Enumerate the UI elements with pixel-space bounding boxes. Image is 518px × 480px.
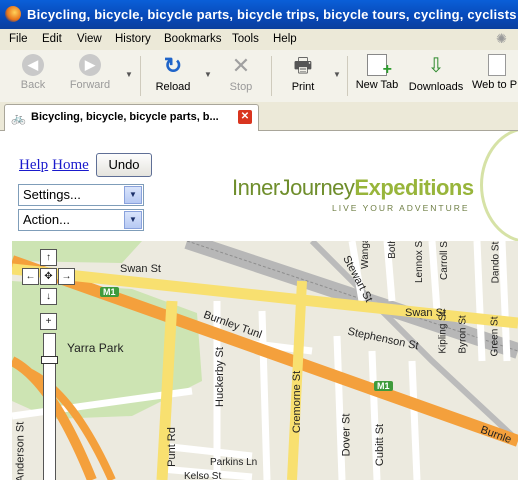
map-label-lennox-st: Lennox St — [414, 241, 426, 284]
pan-left-button[interactable]: ← — [22, 268, 39, 285]
map-label-dando-st: Dando St — [490, 241, 502, 284]
reload-dropdown-icon[interactable]: ▼ — [204, 70, 212, 79]
back-button[interactable]: ◀ Back — [14, 54, 52, 91]
chevron-down-icon: ▼ — [124, 186, 142, 204]
pan-center-button[interactable]: ✥ — [40, 268, 57, 285]
park-area — [12, 241, 142, 263]
map-label-cubitt-st: Cubitt St — [374, 423, 387, 467]
firefox-icon — [5, 6, 21, 22]
back-arrow-icon: ◀ — [22, 54, 44, 76]
map-label-huckerby-st: Huckerby St — [213, 347, 226, 407]
toolbar-separator — [140, 56, 141, 96]
logo-tagline: LIVE YOUR ADVENTURE — [332, 203, 470, 213]
web-to-pdf-icon — [488, 54, 506, 76]
toolbar-separator — [271, 56, 272, 96]
logo-swirl-graphic — [480, 131, 518, 243]
tab-bar: 🚲 Bicycling, bicycle, bicycle parts, b..… — [0, 102, 518, 131]
stop-label: Stop — [229, 81, 253, 93]
bicycle-favicon-icon: 🚲 — [11, 111, 26, 125]
help-link[interactable]: Help — [19, 157, 48, 173]
map-label-anderson-st: Anderson St — [14, 421, 27, 480]
menu-edit[interactable]: Edit — [42, 33, 62, 45]
forward-arrow-icon: ▶ — [79, 54, 101, 76]
printer-icon: 🖶 — [293, 55, 313, 77]
undo-button[interactable]: Undo — [96, 153, 152, 177]
zoom-in-button[interactable]: + — [40, 313, 57, 330]
menu-bar: File Edit View History Bookmarks Tools H… — [0, 29, 518, 50]
print-label: Print — [291, 81, 315, 93]
map-view[interactable]: Swan St Swan St Burnley Tunl Burnle Yarr… — [12, 241, 518, 480]
menu-help[interactable]: Help — [273, 33, 297, 45]
map-label-cremorne-st: Cremorne St — [291, 370, 304, 434]
forward-dropdown-icon[interactable]: ▼ — [125, 70, 133, 79]
web-to-pdf-button[interactable]: Web to P — [472, 54, 518, 91]
tab-label: Bicycling, bicycle, bicycle parts, b... — [31, 111, 219, 123]
window-title: Bicycling, bicycle, bicycle parts, bicyc… — [27, 7, 518, 22]
toolbar-separator — [347, 56, 348, 96]
chevron-down-icon: ▼ — [124, 211, 142, 229]
stop-button[interactable]: ✕ Stop — [224, 53, 258, 94]
downloads-icon: ⇩ — [427, 55, 445, 77]
map-label-wangar: Wangar — [359, 241, 371, 269]
home-link[interactable]: Home — [52, 157, 89, 173]
m1-shield-2: M1 — [374, 381, 393, 391]
menu-file[interactable]: File — [9, 33, 28, 45]
logo-text-inner-journey: InnerJourney — [232, 175, 355, 200]
map-label-kelso-st: Kelso St — [184, 471, 222, 480]
map-label-kipling-st: Kipling St — [437, 311, 449, 354]
pan-right-button[interactable]: → — [58, 268, 75, 285]
map-label-byron-st: Byron St — [457, 315, 469, 354]
map-label-dover-st: Dover St — [340, 413, 353, 457]
new-tab-button[interactable]: + New Tab — [354, 54, 400, 91]
pan-up-button[interactable]: ↑ — [40, 249, 57, 266]
tab-close-icon[interactable]: ✕ — [238, 110, 252, 124]
map-label-both: Both — [386, 241, 398, 259]
map-label-swan-st: Swan St — [120, 263, 161, 275]
menu-history[interactable]: History — [115, 33, 151, 45]
print-dropdown-icon[interactable]: ▼ — [333, 70, 341, 79]
reload-label: Reload — [155, 81, 191, 93]
zoom-slider[interactable] — [41, 333, 58, 480]
window-titlebar: Bicycling, bicycle, bicycle parts, bicyc… — [0, 0, 518, 29]
map-label-punt-rd: Punt Rd — [165, 427, 178, 467]
map-label-green-st: Green St — [489, 316, 501, 357]
new-tab-icon: + — [367, 54, 392, 78]
action-select[interactable]: Action... ▼ — [18, 209, 144, 231]
menu-view[interactable]: View — [77, 33, 102, 45]
new-tab-label: New Tab — [355, 79, 399, 91]
downloads-label: Downloads — [408, 81, 464, 93]
settings-select[interactable]: Settings... ▼ — [18, 184, 144, 206]
map-label-carroll-st: Carroll S — [438, 241, 450, 280]
reload-button[interactable]: ↻ Reload — [152, 53, 194, 94]
site-logo: InnerJourneyExpeditions LIVE YOUR ADVENT… — [232, 175, 474, 213]
throbber-icon: ✺ — [496, 31, 507, 46]
map-label-parkins-ln: Parkins Ln — [210, 457, 258, 468]
map-label-yarra-park: Yarra Park — [67, 341, 124, 355]
action-select-value: Action... — [23, 212, 70, 227]
menu-tools[interactable]: Tools — [232, 33, 259, 45]
stop-icon: ✕ — [231, 53, 251, 78]
zoom-slider-handle[interactable] — [41, 356, 58, 364]
page-content: Help Home Undo Settings... ▼ Action... ▼ … — [0, 131, 518, 480]
tab-bicycling[interactable]: 🚲 Bicycling, bicycle, bicycle parts, b..… — [4, 104, 259, 131]
back-label: Back — [20, 79, 46, 91]
logo-text-expeditions: Expeditions — [354, 175, 474, 200]
downloads-button[interactable]: ⇩ Downloads — [408, 54, 464, 93]
navigation-toolbar: ◀ Back ▶ Forward ▼ ↻ Reload ▼ ✕ Stop 🖶 P… — [0, 50, 518, 103]
m1-shield: M1 — [100, 287, 119, 297]
settings-select-value: Settings... — [23, 187, 81, 202]
nav-links: Help Home — [19, 157, 93, 174]
forward-label: Forward — [69, 79, 111, 91]
pan-down-button[interactable]: ↓ — [40, 288, 57, 305]
web-to-pdf-label: Web to P — [472, 79, 518, 91]
print-button[interactable]: 🖶 Print — [285, 54, 321, 93]
menu-bookmarks[interactable]: Bookmarks — [164, 33, 222, 45]
forward-button[interactable]: ▶ Forward — [67, 54, 113, 91]
reload-icon: ↻ — [163, 53, 183, 78]
